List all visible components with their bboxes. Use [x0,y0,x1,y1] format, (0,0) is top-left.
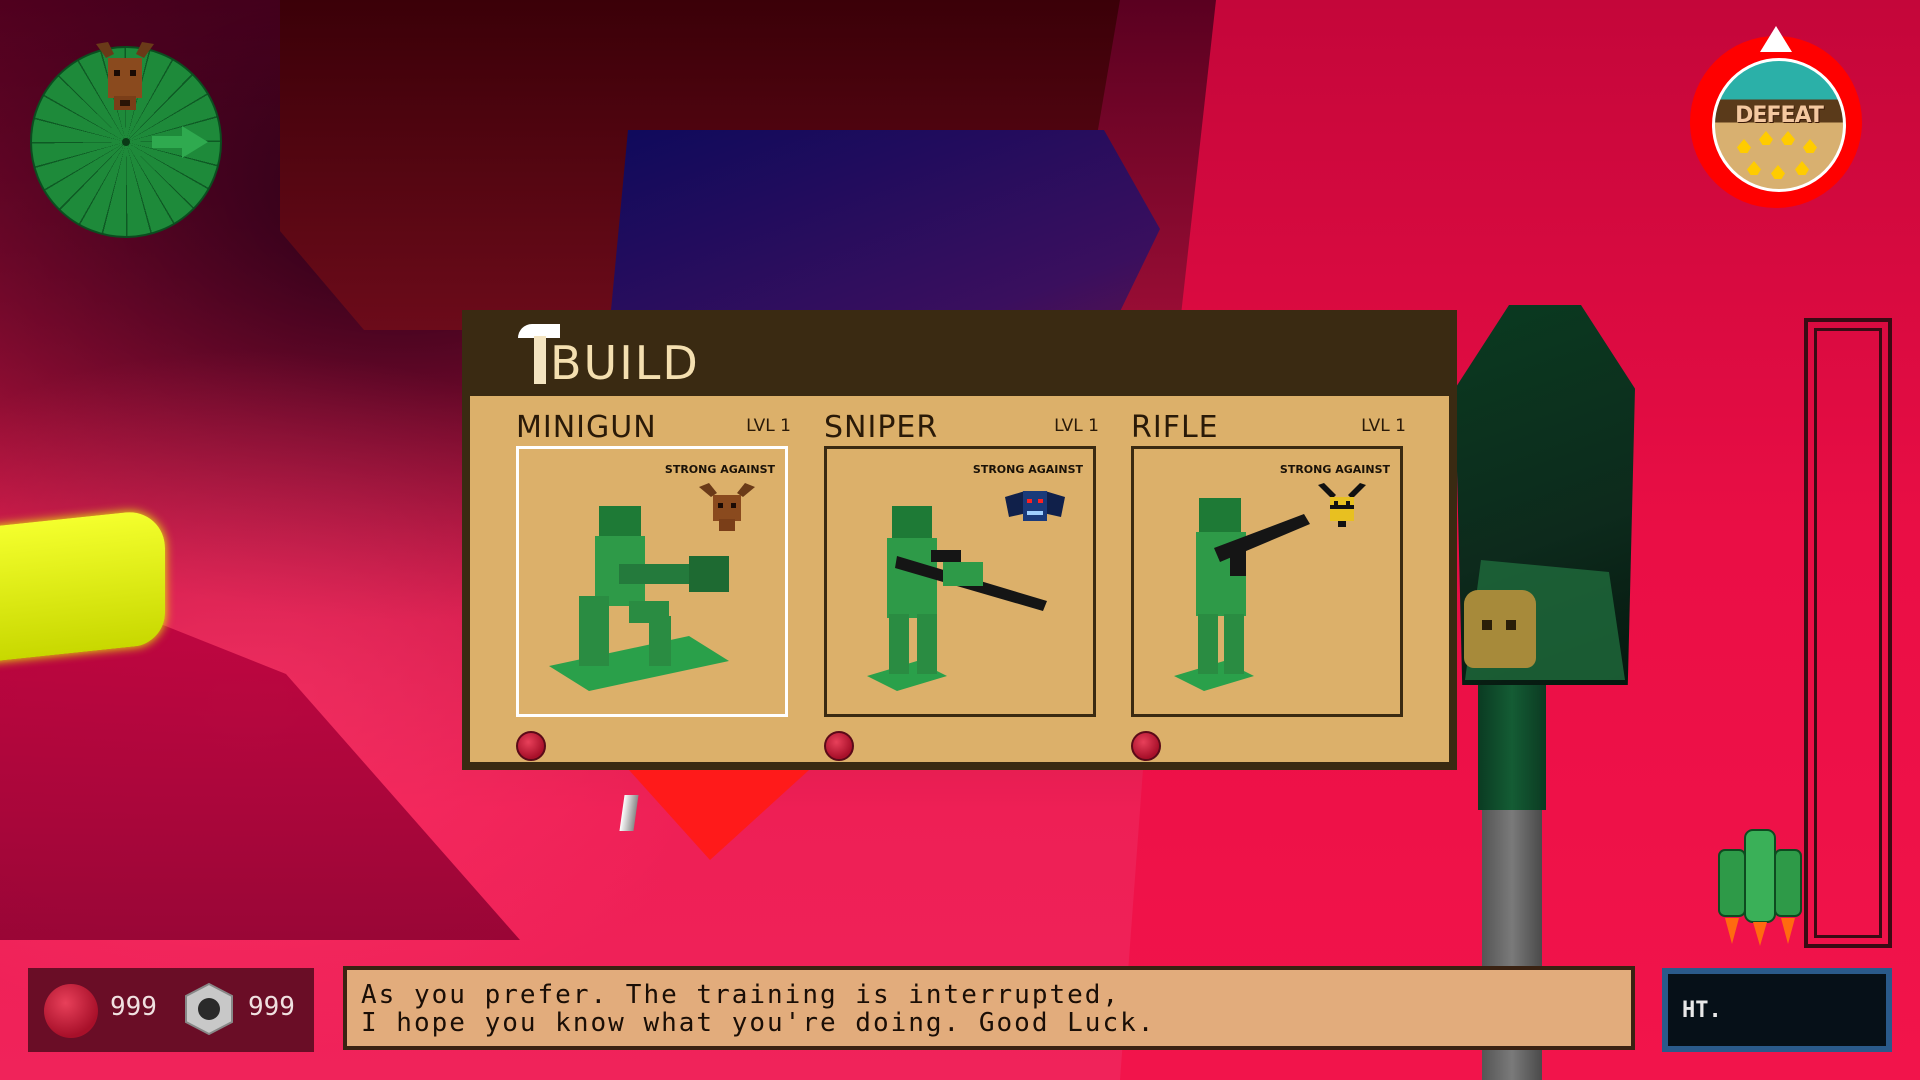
build-card-area: MINIGUN LVL 1 STRONG AGAINST SNIPER LVL … [470,396,1449,762]
flame-icon [1759,131,1773,145]
meter-track [1814,328,1882,938]
dialogue-line-1: As you prefer. The training is interrupt… [361,980,1121,1010]
radar-center [122,138,130,146]
card-level: LVL 1 [746,416,791,436]
ht-box: HT. [1662,968,1892,1052]
gem-icon [44,984,98,1038]
defeat-badge: DEFEAT [1690,26,1862,208]
card-level: LVL 1 [1361,416,1406,436]
resource-counter: 999 999 [28,968,314,1052]
cost-gem-icon [1131,731,1161,761]
build-card-sniper[interactable]: SNIPER LVL 1 STRONG AGAINST [824,396,1099,761]
strong-against-label: STRONG AGAINST [1279,463,1390,476]
flame-icon [1747,161,1761,175]
small-pole [619,795,639,831]
flame-icon [1737,139,1751,153]
card-name: RIFLE [1131,410,1219,445]
build-panel: BUILD MINIGUN LVL 1 STRONG AGAINST SNIPE… [462,310,1457,770]
sniper-soldier-icon [867,506,1047,691]
flame-icon [1803,139,1817,153]
build-header: BUILD [462,310,1457,395]
deer-icon [96,42,154,110]
bolt-count: 999 [248,992,295,1022]
flame-icon [1781,131,1795,145]
dialogue-line-2: I hope you know what you're doing. Good … [361,1008,1156,1038]
vertical-meter [1804,318,1892,948]
gem-count: 999 [110,992,157,1022]
build-card-minigun[interactable]: MINIGUN LVL 1 STRONG AGAINST [516,396,791,761]
flame-icon [1771,165,1785,179]
strong-against-label: STRONG AGAINST [972,463,1083,476]
rifle-soldier-icon [1174,498,1310,691]
red-triangle [620,760,820,860]
pointer-up-icon [1760,26,1792,52]
cost-gem-icon [516,731,546,761]
hex-nut-icon [185,982,233,1036]
card-frame[interactable]: STRONG AGAINST [824,446,1096,717]
card-frame[interactable]: STRONG AGAINST [516,446,788,717]
build-title: BUILD [550,336,700,390]
jetpack-icon [1718,829,1802,946]
ht-label: HT. [1682,998,1722,1023]
defeat-label: DEFEAT [1735,103,1824,128]
card-name: SNIPER [824,410,939,445]
dialogue-box: As you prefer. The training is interrupt… [343,966,1635,1050]
radar-arrow-stem [152,136,184,148]
defeat-scene: DEFEAT [1712,58,1846,192]
minigun-soldier-icon [549,506,729,691]
card-name: MINIGUN [516,410,657,445]
cost-gem-icon [824,731,854,761]
card-level: LVL 1 [1054,416,1099,436]
card-frame[interactable]: STRONG AGAINST [1131,446,1403,717]
build-card-rifle[interactable]: RIFLE LVL 1 STRONG AGAINST [1131,396,1406,761]
yellow-disc [0,508,165,663]
direction-arrow-icon [182,126,208,158]
burlap-sack [1464,590,1536,668]
strong-against-label: STRONG AGAINST [664,463,775,476]
flame-icon [1795,161,1809,175]
